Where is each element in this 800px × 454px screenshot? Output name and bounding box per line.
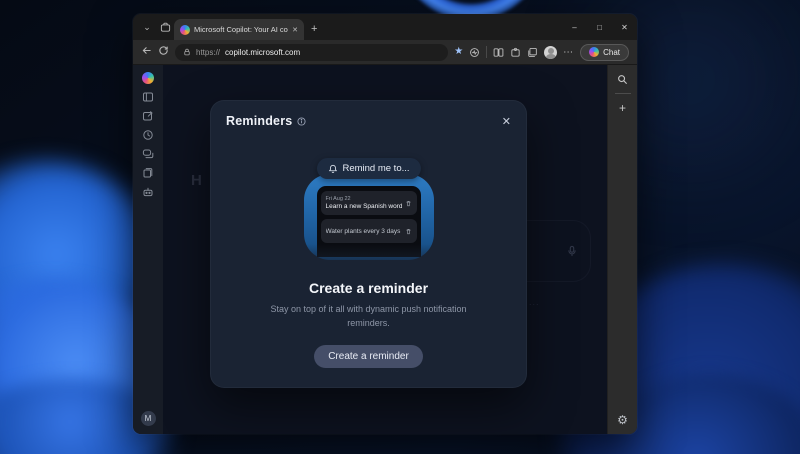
new-chat-icon[interactable] xyxy=(142,110,154,122)
refresh-icon[interactable] xyxy=(158,43,169,61)
reminder-title: Water plants every 3 days xyxy=(326,228,402,235)
copilot-page: H ... Reminders ✕ xyxy=(163,65,607,434)
tab-bar: ⌄ Microsoft Copilot: Your AI compan ✕ + … xyxy=(133,14,637,40)
history-icon[interactable] xyxy=(142,129,154,141)
profile-avatar[interactable] xyxy=(544,46,557,59)
browser-toolbar: https:// copilot.microsoft.com ★ ⋯ Chat xyxy=(133,40,637,65)
copilot-favicon-icon xyxy=(180,25,190,35)
more-menu-icon[interactable]: ⋯ xyxy=(563,47,574,58)
copilot-logo-icon xyxy=(589,47,599,57)
bell-icon xyxy=(327,164,337,174)
extensions-icon[interactable] xyxy=(510,47,521,58)
sidebar-add-icon[interactable]: + xyxy=(619,102,626,114)
browser-window: ⌄ Microsoft Copilot: Your AI compan ✕ + … xyxy=(133,14,637,434)
desktop-wallpaper: ⌄ Microsoft Copilot: Your AI compan ✕ + … xyxy=(0,0,800,454)
remind-me-pill: Remind me to... xyxy=(316,158,420,179)
copilot-sidebar: M xyxy=(133,65,163,434)
trash-icon xyxy=(405,222,412,240)
browser-tab[interactable]: Microsoft Copilot: Your AI compan ✕ xyxy=(174,19,304,40)
pages-icon[interactable] xyxy=(142,167,154,179)
remind-me-pill-label: Remind me to... xyxy=(342,163,409,174)
address-bar[interactable]: https:// copilot.microsoft.com xyxy=(175,44,448,61)
modal-close-icon[interactable]: ✕ xyxy=(502,115,511,128)
bookmark-star-icon[interactable]: ★ xyxy=(454,47,463,57)
page-content: M H ... Reminders ✕ xyxy=(133,65,637,434)
reminder-title: Learn a new Spanish word xyxy=(326,203,402,210)
window-controls: – □ ✕ xyxy=(562,14,637,40)
reminder-item: Fri Aug 22 Learn a new Spanish word xyxy=(321,191,417,215)
tab-search-icon[interactable]: ⌄ xyxy=(138,17,156,37)
tab-title: Microsoft Copilot: Your AI compan xyxy=(194,25,288,34)
sidebar-divider xyxy=(615,93,631,94)
illustration-fade xyxy=(294,244,444,280)
maximize-button[interactable]: □ xyxy=(587,14,612,40)
url-host: copilot.microsoft.com xyxy=(225,48,300,57)
new-tab-button[interactable]: + xyxy=(311,24,317,35)
reminders-modal: Reminders ✕ Remind me to... xyxy=(210,100,527,388)
modal-title: Reminders xyxy=(226,114,292,128)
chat-button-label: Chat xyxy=(603,48,620,57)
modal-header: Reminders ✕ xyxy=(211,101,526,128)
sidebar-toggle-icon[interactable] xyxy=(142,91,154,103)
modal-heading: Create a reminder xyxy=(211,280,526,296)
reminder-date: Fri Aug 22 xyxy=(326,196,402,202)
settings-gear-icon[interactable]: ⚙ xyxy=(617,414,628,426)
lock-icon xyxy=(183,48,191,56)
reminder-item: Water plants every 3 days xyxy=(321,219,417,243)
tab-close-icon[interactable]: ✕ xyxy=(292,26,298,34)
split-screen-icon[interactable] xyxy=(493,47,504,58)
reminders-illustration: Remind me to... Fri Aug 22 Learn a new S… xyxy=(211,128,526,278)
search-icon[interactable] xyxy=(617,74,628,85)
create-reminder-button[interactable]: Create a reminder xyxy=(314,345,423,368)
agents-icon[interactable] xyxy=(142,186,154,198)
info-icon[interactable] xyxy=(297,117,306,126)
user-avatar[interactable]: M xyxy=(141,411,156,426)
minimize-button[interactable]: – xyxy=(562,14,587,40)
toolbar-divider xyxy=(486,46,487,58)
browser-essentials-icon[interactable] xyxy=(469,47,480,58)
trash-icon xyxy=(405,194,412,212)
modal-description: Stay on top of it all with dynamic push … xyxy=(249,303,489,331)
edge-sidebar: + ⚙ xyxy=(607,65,637,434)
chats-icon[interactable] xyxy=(142,148,154,160)
collections-icon[interactable] xyxy=(527,47,538,58)
url-protocol: https:// xyxy=(196,48,220,57)
copilot-chat-button[interactable]: Chat xyxy=(580,44,629,61)
workspaces-icon[interactable] xyxy=(156,17,174,37)
back-icon[interactable] xyxy=(141,43,152,61)
copilot-logo-icon[interactable] xyxy=(142,72,154,84)
close-button[interactable]: ✕ xyxy=(612,14,637,40)
